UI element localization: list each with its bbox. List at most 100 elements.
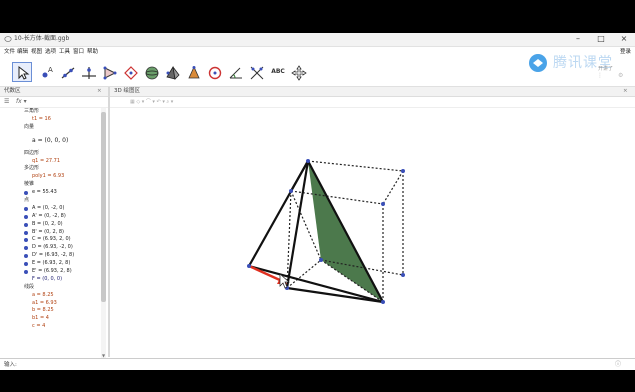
visibility-toggle-icon[interactable] <box>24 214 28 219</box>
algebra-object-row[interactable]: A = (0, -2, 0) <box>0 205 100 213</box>
algebra-row-text: B = (0, 2, 0) <box>32 220 63 227</box>
algebra-object-row[interactable]: t1 = 16 <box>0 116 100 124</box>
watermark-subtext: 开讲了 <box>598 66 614 72</box>
vector-entry[interactable]: a = (0, 0, 0) <box>0 132 100 150</box>
algebra-object-row[interactable]: a = 8.25 <box>0 292 100 300</box>
point-tool-button[interactable]: A <box>36 62 56 82</box>
visibility-toggle-icon[interactable] <box>24 254 28 259</box>
circle-point-tool-button[interactable] <box>204 62 224 82</box>
point-apex <box>306 159 310 163</box>
text-tool-label: ABC <box>271 68 285 75</box>
menu-edit[interactable]: 编辑 <box>17 48 28 57</box>
algebra-object-row[interactable]: e = 55.43 <box>0 189 100 197</box>
category-label: 四边形 <box>0 150 100 158</box>
sphere-tool-button[interactable] <box>141 62 161 82</box>
menu-options[interactable]: 选项 <box>45 48 56 57</box>
menu-file[interactable]: 文件 <box>4 48 15 57</box>
category-label: 线段 <box>0 284 100 292</box>
category-label: 棱锥 <box>0 181 100 189</box>
circle-icon <box>124 66 138 80</box>
algebra-object-row[interactable]: E' = (6.93, 2, 8) <box>0 268 100 276</box>
graphics-3d-close-icon[interactable]: × <box>623 87 628 96</box>
polygon-tool-button[interactable] <box>99 62 119 82</box>
menu-tools[interactable]: 工具 <box>59 48 70 57</box>
graphics-3d-header: 3D 绘图区 × <box>110 87 635 97</box>
close-button[interactable]: × <box>613 33 635 45</box>
algebra-object-row[interactable]: b = 8.25 <box>0 307 100 315</box>
visibility-toggle-icon[interactable] <box>24 270 28 275</box>
algebra-close-icon[interactable]: × <box>97 87 102 96</box>
maximize-button[interactable]: □ <box>590 33 612 45</box>
algebra-object-row[interactable]: C = (6.93, 2, 0) <box>0 236 100 244</box>
geometry-canvas[interactable] <box>110 108 635 358</box>
minimize-button[interactable]: – <box>567 33 589 45</box>
line-tool-button[interactable] <box>57 62 77 82</box>
point-A <box>289 189 293 193</box>
visibility-toggle-icon[interactable] <box>24 206 28 211</box>
perpendicular-tool-button[interactable] <box>78 62 98 82</box>
algebra-object-row[interactable]: q1 = 27.71 <box>0 158 100 166</box>
angle-icon <box>229 67 242 79</box>
algebra-row-text: poly1 = 6.93 <box>32 173 65 180</box>
menu-help[interactable]: 帮助 <box>87 48 98 57</box>
algebra-list: 三角形 t1 = 16 向量 a = (0, 0, 0) 四边形 q1 = 27.71 多边… <box>0 108 100 358</box>
algebra-row-text: a = 8.25 <box>32 291 54 298</box>
scrollbar-thumb[interactable] <box>101 112 106 302</box>
input-label: 输入: <box>4 362 17 368</box>
title-bar: 10-长方体-截面.ggb – □ × <box>0 33 635 47</box>
hidden-edge <box>290 190 384 205</box>
cone-tool-button[interactable] <box>183 62 203 82</box>
algebra-row-text: 棱锥 <box>24 181 35 188</box>
move-tool-button[interactable] <box>12 62 32 82</box>
algebra-row-text: E' = (6.93, 2, 8) <box>32 268 72 275</box>
algebra-scrollbar[interactable]: ▼ <box>101 108 106 358</box>
algebra-style-bar: ☰ fx ▾ <box>0 97 108 108</box>
move-view-tool-button[interactable] <box>288 62 308 82</box>
algebra-view-header: 代数区 × <box>0 87 108 97</box>
visibility-toggle-icon[interactable] <box>24 222 28 227</box>
algebra-object-row[interactable]: poly1 = 6.93 <box>0 173 100 181</box>
visibility-toggle-icon[interactable] <box>24 262 28 267</box>
visibility-toggle-icon[interactable] <box>24 238 28 243</box>
algebra-object-row[interactable]: B' = (0, 2, 8) <box>0 229 100 237</box>
algebra-row-text: 点 <box>24 197 30 204</box>
algebra-menu-icon[interactable]: ☰ <box>4 97 9 107</box>
point-C <box>381 202 385 206</box>
circle-tool-button[interactable] <box>120 62 140 82</box>
visibility-toggle-icon[interactable] <box>24 191 28 196</box>
input-bar[interactable]: 输入: ⓘ <box>0 358 635 370</box>
algebra-object-row[interactable]: D = (6.93, -2, 0) <box>0 244 100 252</box>
hidden-edge <box>382 170 404 205</box>
algebra-row-text: b = 8.25 <box>32 307 54 314</box>
algebra-object-row[interactable]: E = (6.93, 2, 8) <box>0 260 100 268</box>
input-help-icon[interactable]: ⓘ <box>615 360 621 370</box>
algebra-object-row[interactable]: A' = (0, -2, 8) <box>0 213 100 221</box>
point-F <box>381 300 385 304</box>
text-tool-button[interactable]: ABC <box>267 62 287 82</box>
visibility-toggle-icon[interactable] <box>24 246 28 251</box>
algebra-object-row[interactable]: D' = (6.93, -2, 8) <box>0 252 100 260</box>
algebra-row-text: E = (6.93, 2, 8) <box>32 260 71 267</box>
login-link[interactable]: 登录 <box>620 48 631 57</box>
menu-dots-icon[interactable]: ⋮ <box>597 72 603 79</box>
algebra-fx-dropdown[interactable]: fx ▾ <box>16 97 27 107</box>
settings-icon[interactable]: ⚙ <box>618 72 623 79</box>
algebra-object-row[interactable]: c = 4 <box>0 323 100 331</box>
algebra-row-text: 向量 <box>24 123 35 130</box>
algebra-row-text: A' = (0, -2, 8) <box>32 212 66 219</box>
pyramid-tool-button[interactable] <box>162 62 182 82</box>
svg-text:A: A <box>48 66 53 74</box>
menu-view[interactable]: 视图 <box>31 48 42 57</box>
algebra-object-row[interactable]: B = (0, 2, 0) <box>0 221 100 229</box>
algebra-row-text: 线段 <box>24 283 35 290</box>
menu-window[interactable]: 窗口 <box>73 48 84 57</box>
angle-tool-button[interactable] <box>225 62 245 82</box>
algebra-object-row[interactable]: a1 = 6.93 <box>0 300 100 308</box>
graphics-3d-view[interactable] <box>110 108 635 358</box>
reflect-icon <box>250 66 264 80</box>
visibility-toggle-icon[interactable] <box>24 230 28 235</box>
graphics-3d-style-controls[interactable]: ▦ ◇ ▾ ⌒ ▾ ↶ ▾ ⌕ ▾ <box>130 97 173 107</box>
reflect-tool-button[interactable] <box>246 62 266 82</box>
algebra-object-row[interactable]: F = (0, 0, 0) <box>0 276 100 284</box>
algebra-object-row[interactable]: b1 = 4 <box>0 315 100 323</box>
